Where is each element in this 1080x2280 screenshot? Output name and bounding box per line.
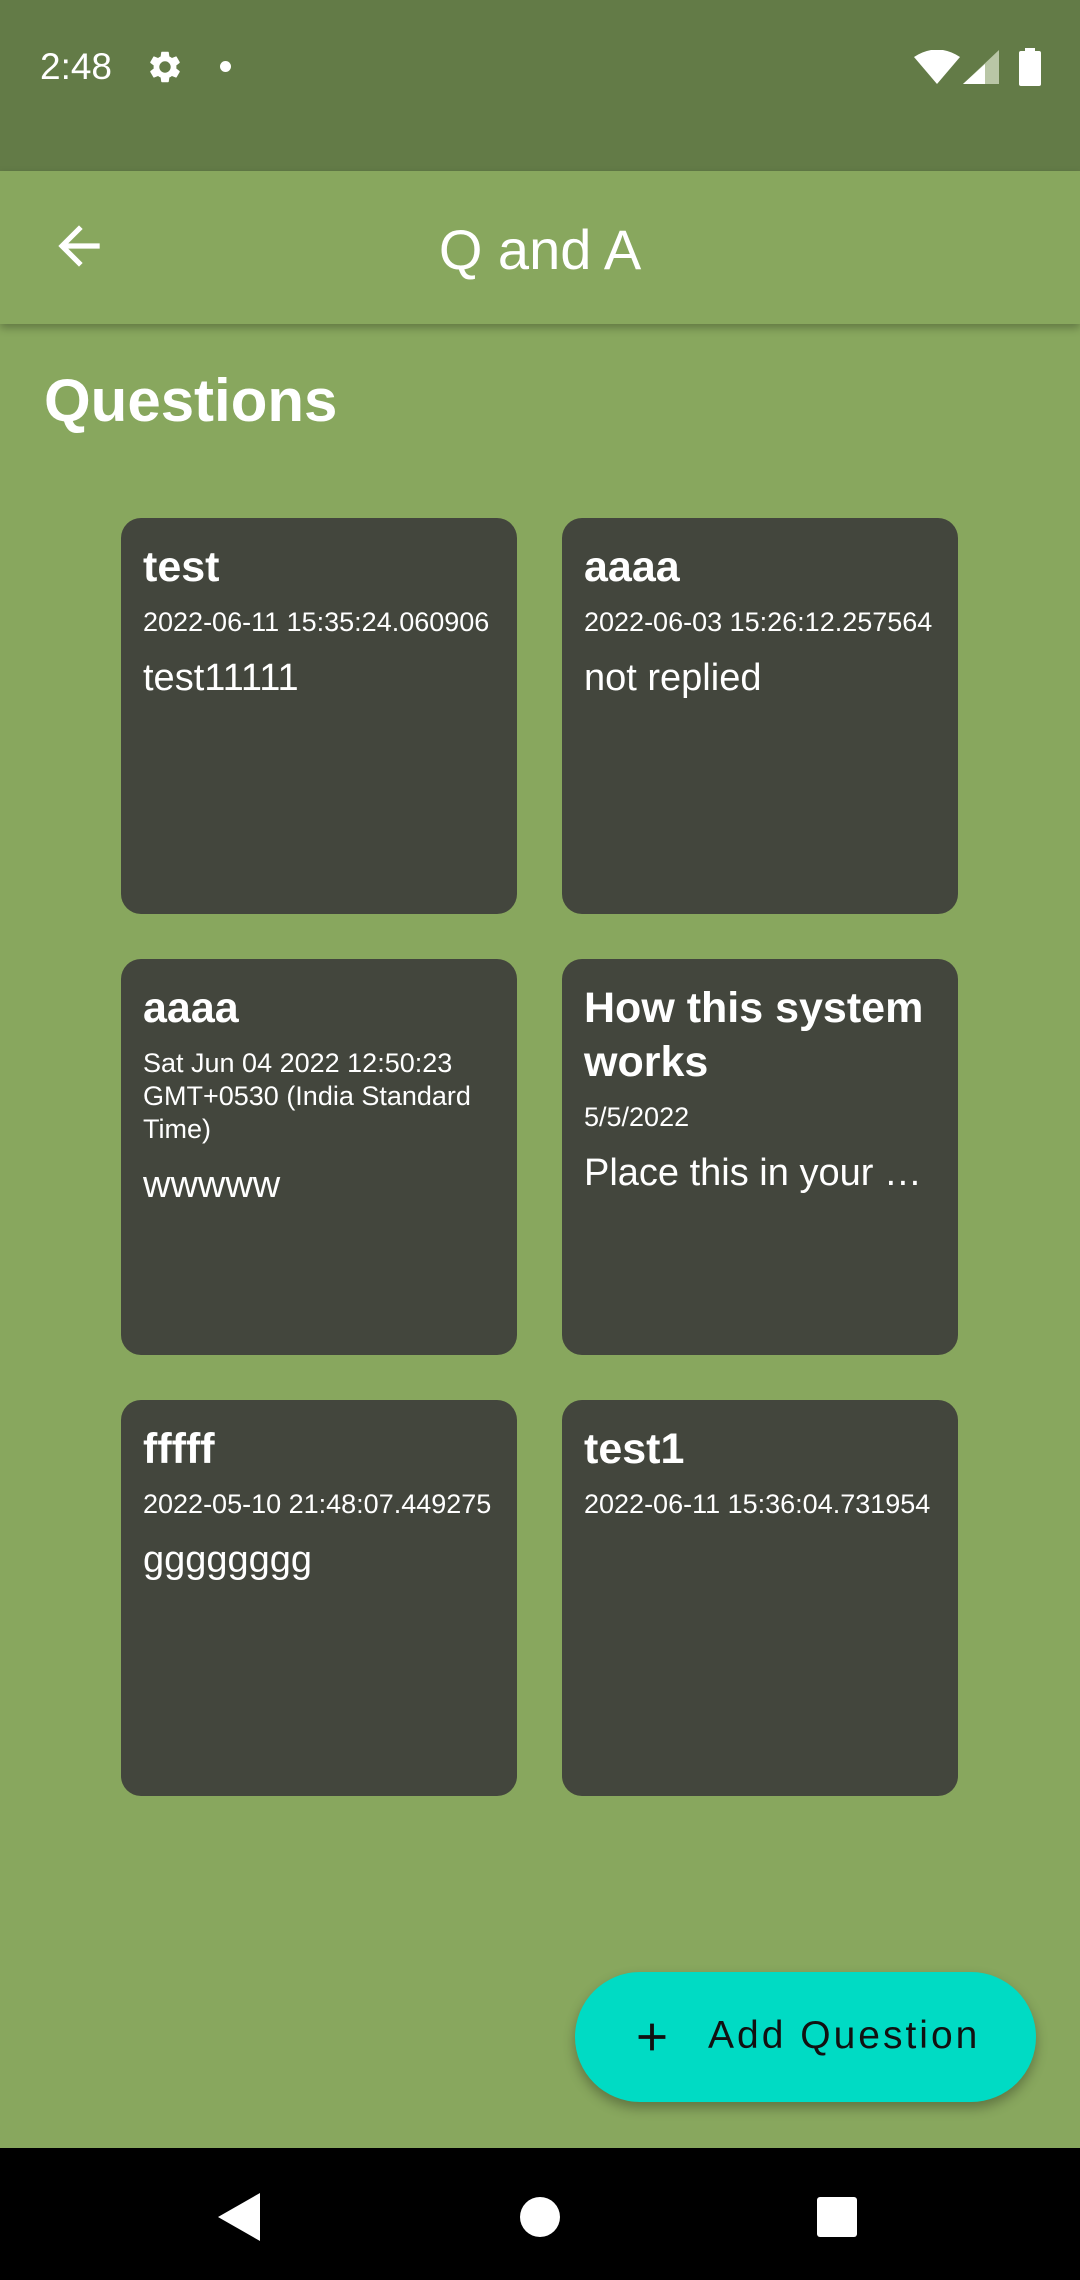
question-card[interactable]: test 2022-06-11 15:35:24.060906 test1111… xyxy=(121,518,517,914)
app-bar: Q and A xyxy=(0,171,1080,324)
question-date: 2022-06-11 15:36:04.731954 xyxy=(584,1489,931,1519)
add-question-button[interactable]: Add Question xyxy=(575,1972,1036,2102)
question-body: wwwww xyxy=(143,1164,281,1206)
question-title: aaaa xyxy=(584,543,680,591)
question-title: How this system works xyxy=(584,984,924,1086)
question-date: 2022-06-11 15:35:24.060906 xyxy=(143,607,490,637)
signal-icon xyxy=(963,50,999,84)
question-card[interactable]: test1 2022-06-11 15:36:04.731954 xyxy=(562,1400,958,1796)
question-card[interactable]: aaaa 2022-06-03 15:26:12.257564 not repl… xyxy=(562,518,958,914)
question-body: gggggggg xyxy=(143,1539,313,1581)
status-time: 2:48 xyxy=(40,46,113,87)
nav-home-icon[interactable] xyxy=(520,2197,560,2237)
status-bar: 2:48 xyxy=(0,0,1080,171)
app-title: Q and A xyxy=(438,218,642,281)
question-date: Sat Jun 04 2022 12:50:23 GMT+0530 (India… xyxy=(143,1048,471,1144)
question-card[interactable]: fffff 2022-05-10 21:48:07.449275 ggggggg… xyxy=(121,1400,517,1796)
question-title: aaaa xyxy=(143,984,239,1032)
question-card[interactable]: aaaa Sat Jun 04 2022 12:50:23 GMT+0530 (… xyxy=(121,959,517,1355)
question-title: test xyxy=(143,543,220,591)
section-title: Questions xyxy=(44,367,338,434)
question-date: 5/5/2022 xyxy=(584,1102,690,1132)
navigation-bar xyxy=(0,2148,1080,2280)
battery-icon xyxy=(1019,48,1041,86)
notification-dot-icon xyxy=(220,61,231,72)
question-body: test11111 xyxy=(143,657,299,699)
plus-icon xyxy=(638,2023,666,2051)
question-card[interactable]: How this system works 5/5/2022 Place thi… xyxy=(562,959,958,1355)
add-question-label: Add Question xyxy=(708,2014,981,2057)
wifi-icon xyxy=(914,50,960,84)
nav-back-icon[interactable] xyxy=(218,2193,260,2241)
question-date: 2022-05-10 21:48:07.449275 xyxy=(143,1489,492,1519)
question-title: fffff xyxy=(143,1425,215,1473)
question-date: 2022-06-03 15:26:12.257564 xyxy=(584,607,933,637)
nav-recents-icon[interactable] xyxy=(817,2197,857,2237)
question-body: not replied xyxy=(584,657,762,699)
question-body: Place this in your … xyxy=(584,1152,922,1194)
question-title: test1 xyxy=(584,1425,685,1473)
gear-icon xyxy=(150,51,180,83)
